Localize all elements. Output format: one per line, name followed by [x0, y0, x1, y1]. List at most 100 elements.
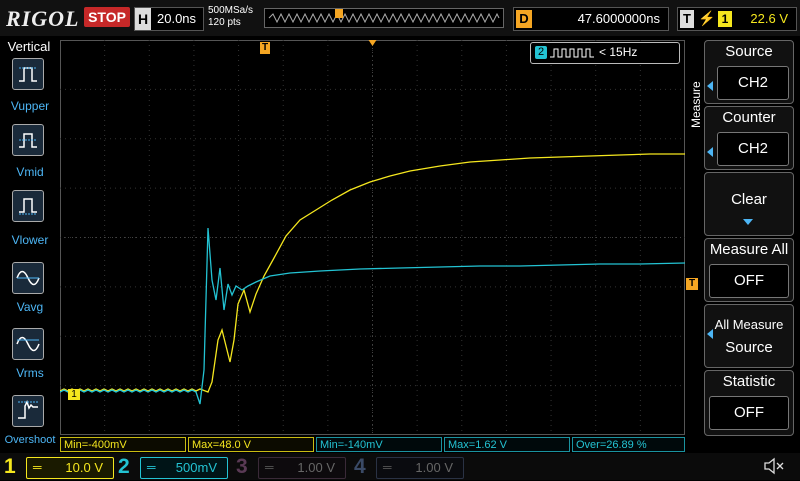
- overshoot-button[interactable]: [12, 395, 44, 427]
- acquisition-info: 500MSa/s 120 pts: [208, 5, 253, 29]
- channel-3-number: 3: [236, 455, 248, 478]
- vrms-icon: [16, 336, 40, 352]
- measure-all-value-box: OFF: [709, 264, 789, 298]
- trigger-key: T: [680, 10, 694, 28]
- dc-coupling-icon: ═: [147, 460, 156, 474]
- measure-all-menu-item[interactable]: Measure All OFF: [704, 238, 794, 302]
- channel-1-scale: 10.0 V: [65, 460, 103, 475]
- right-menu-title: Measure: [689, 81, 703, 128]
- dc-coupling-icon: ═: [383, 460, 392, 474]
- right-menu-title-tab: Measure: [688, 40, 704, 130]
- sample-rate: 500MSa/s: [208, 5, 254, 16]
- run-stop-button[interactable]: STOP: [84, 7, 130, 27]
- rising-edge-icon: ⚡: [698, 10, 716, 26]
- overshoot-label: Overshoot: [4, 434, 56, 446]
- clear-down-arrow-icon: [743, 219, 753, 225]
- measure-all-title: Measure All: [709, 241, 789, 258]
- waveform-display[interactable]: [59, 40, 686, 435]
- measurement-ch1-max[interactable]: Max=48.0 V: [188, 437, 314, 452]
- vavg-button[interactable]: [12, 262, 44, 294]
- measurement-ch1-min[interactable]: Min=-400mV: [60, 437, 186, 452]
- dc-coupling-icon: ═: [265, 460, 274, 474]
- overshoot-icon: [18, 400, 38, 419]
- sound-mute-icon[interactable]: [762, 456, 786, 476]
- channel-1-status[interactable]: 1 ═ 10.0 V: [4, 455, 116, 479]
- ch1-ground-marker[interactable]: 1: [68, 389, 80, 400]
- all-measure-source-menu-item[interactable]: All Measure Source: [704, 304, 794, 368]
- channel-2-scale: 500mV: [175, 460, 217, 475]
- clear-title: Clear: [731, 191, 767, 208]
- all-measure-left-arrow-icon: [707, 329, 713, 339]
- channel-4-status[interactable]: 4 ═ 1.00 V: [354, 455, 466, 479]
- pulse-icon: [550, 48, 594, 58]
- memory-trigger-marker: [335, 9, 343, 18]
- timebase-key: H: [135, 8, 151, 30]
- channel-2-status[interactable]: 2 ═ 500mV: [118, 455, 230, 479]
- measurement-ch2-max[interactable]: Max=1.62 V: [444, 437, 570, 452]
- vrms-label: Vrms: [16, 366, 44, 380]
- vlower-button[interactable]: [12, 190, 44, 222]
- source-menu-item[interactable]: Source CH2: [704, 40, 794, 104]
- counter-value: < 15Hz: [599, 45, 638, 59]
- vrms-button[interactable]: [12, 328, 44, 360]
- vmid-icon: [19, 133, 37, 148]
- channel-3-box: ═ 1.00 V: [258, 457, 346, 479]
- statistic-value: OFF: [734, 404, 764, 421]
- channel-1-box: ═ 10.0 V: [26, 457, 114, 479]
- channel-2-number: 2: [118, 455, 130, 478]
- frequency-counter: 2 < 15Hz: [530, 42, 680, 64]
- memory-overview-wave: [268, 9, 500, 24]
- measure-all-value: OFF: [734, 272, 764, 289]
- source-value: CH2: [737, 74, 768, 91]
- channel-4-scale: 1.00 V: [415, 460, 453, 475]
- vupper-icon: [19, 67, 37, 82]
- svg-text:Measure: Measure: [689, 81, 703, 128]
- waveform-grid: [59, 40, 686, 435]
- vupper-button[interactable]: [12, 58, 44, 90]
- timebase-value: 20.0ns: [157, 11, 197, 26]
- dc-coupling-icon: ═: [33, 460, 42, 474]
- trigger-level: 22.6 V: [750, 11, 788, 26]
- vmid-button[interactable]: [12, 124, 44, 156]
- all-measure-value: Source: [725, 339, 773, 356]
- channel-2-box: ═ 500mV: [140, 457, 228, 479]
- counter-channel-badge: 2: [535, 46, 547, 59]
- center-time-marker-icon: [368, 40, 377, 46]
- trigger-position-marker[interactable]: T: [260, 42, 270, 54]
- counter-title: Counter: [722, 109, 776, 126]
- statistic-menu-item[interactable]: Statistic OFF: [704, 370, 794, 436]
- counter-menu-value: CH2: [737, 140, 768, 157]
- delay-key: D: [516, 10, 532, 28]
- counter-menu-item[interactable]: Counter CH2: [704, 106, 794, 170]
- vmid-label: Vmid: [16, 165, 44, 179]
- channel-1-number: 1: [4, 455, 16, 478]
- timebase-box[interactable]: H 20.0ns: [134, 7, 204, 31]
- source-value-box: CH2: [717, 66, 789, 100]
- all-measure-title: All Measure: [714, 317, 784, 332]
- statistic-title: Statistic: [722, 373, 776, 390]
- trigger-level-marker[interactable]: T: [686, 278, 698, 290]
- channel-4-box: ═ 1.00 V: [376, 457, 464, 479]
- source-left-arrow-icon: [707, 81, 713, 91]
- measurement-ch2-overshoot[interactable]: Over=26.89 %: [572, 437, 685, 452]
- vlower-icon: [19, 198, 37, 215]
- vlower-label: Vlower: [11, 233, 49, 247]
- channel-3-status[interactable]: 3 ═ 1.00 V: [236, 455, 348, 479]
- statistic-value-box: OFF: [709, 396, 789, 430]
- counter-value-box: CH2: [717, 132, 789, 166]
- trigger-box[interactable]: T ⚡ 1 22.6 V: [677, 7, 797, 31]
- rigol-logo: RIGOL: [6, 6, 80, 31]
- left-menu-title: Vertical: [7, 39, 51, 54]
- vavg-label: Vavg: [16, 300, 44, 314]
- counter-left-arrow-icon: [707, 147, 713, 157]
- delay-value: 47.6000000ns: [577, 11, 660, 26]
- vupper-label: Vupper: [10, 99, 50, 113]
- memory-points: 120 pts: [208, 17, 241, 28]
- measurement-ch2-min[interactable]: Min=-140mV: [316, 437, 442, 452]
- memory-overview-strip: [264, 8, 504, 28]
- delay-box[interactable]: D 47.6000000ns: [513, 7, 669, 31]
- channel-4-number: 4: [354, 455, 366, 478]
- channel-3-scale: 1.00 V: [297, 460, 335, 475]
- vavg-icon: [16, 270, 40, 286]
- clear-menu-item[interactable]: Clear: [704, 172, 794, 236]
